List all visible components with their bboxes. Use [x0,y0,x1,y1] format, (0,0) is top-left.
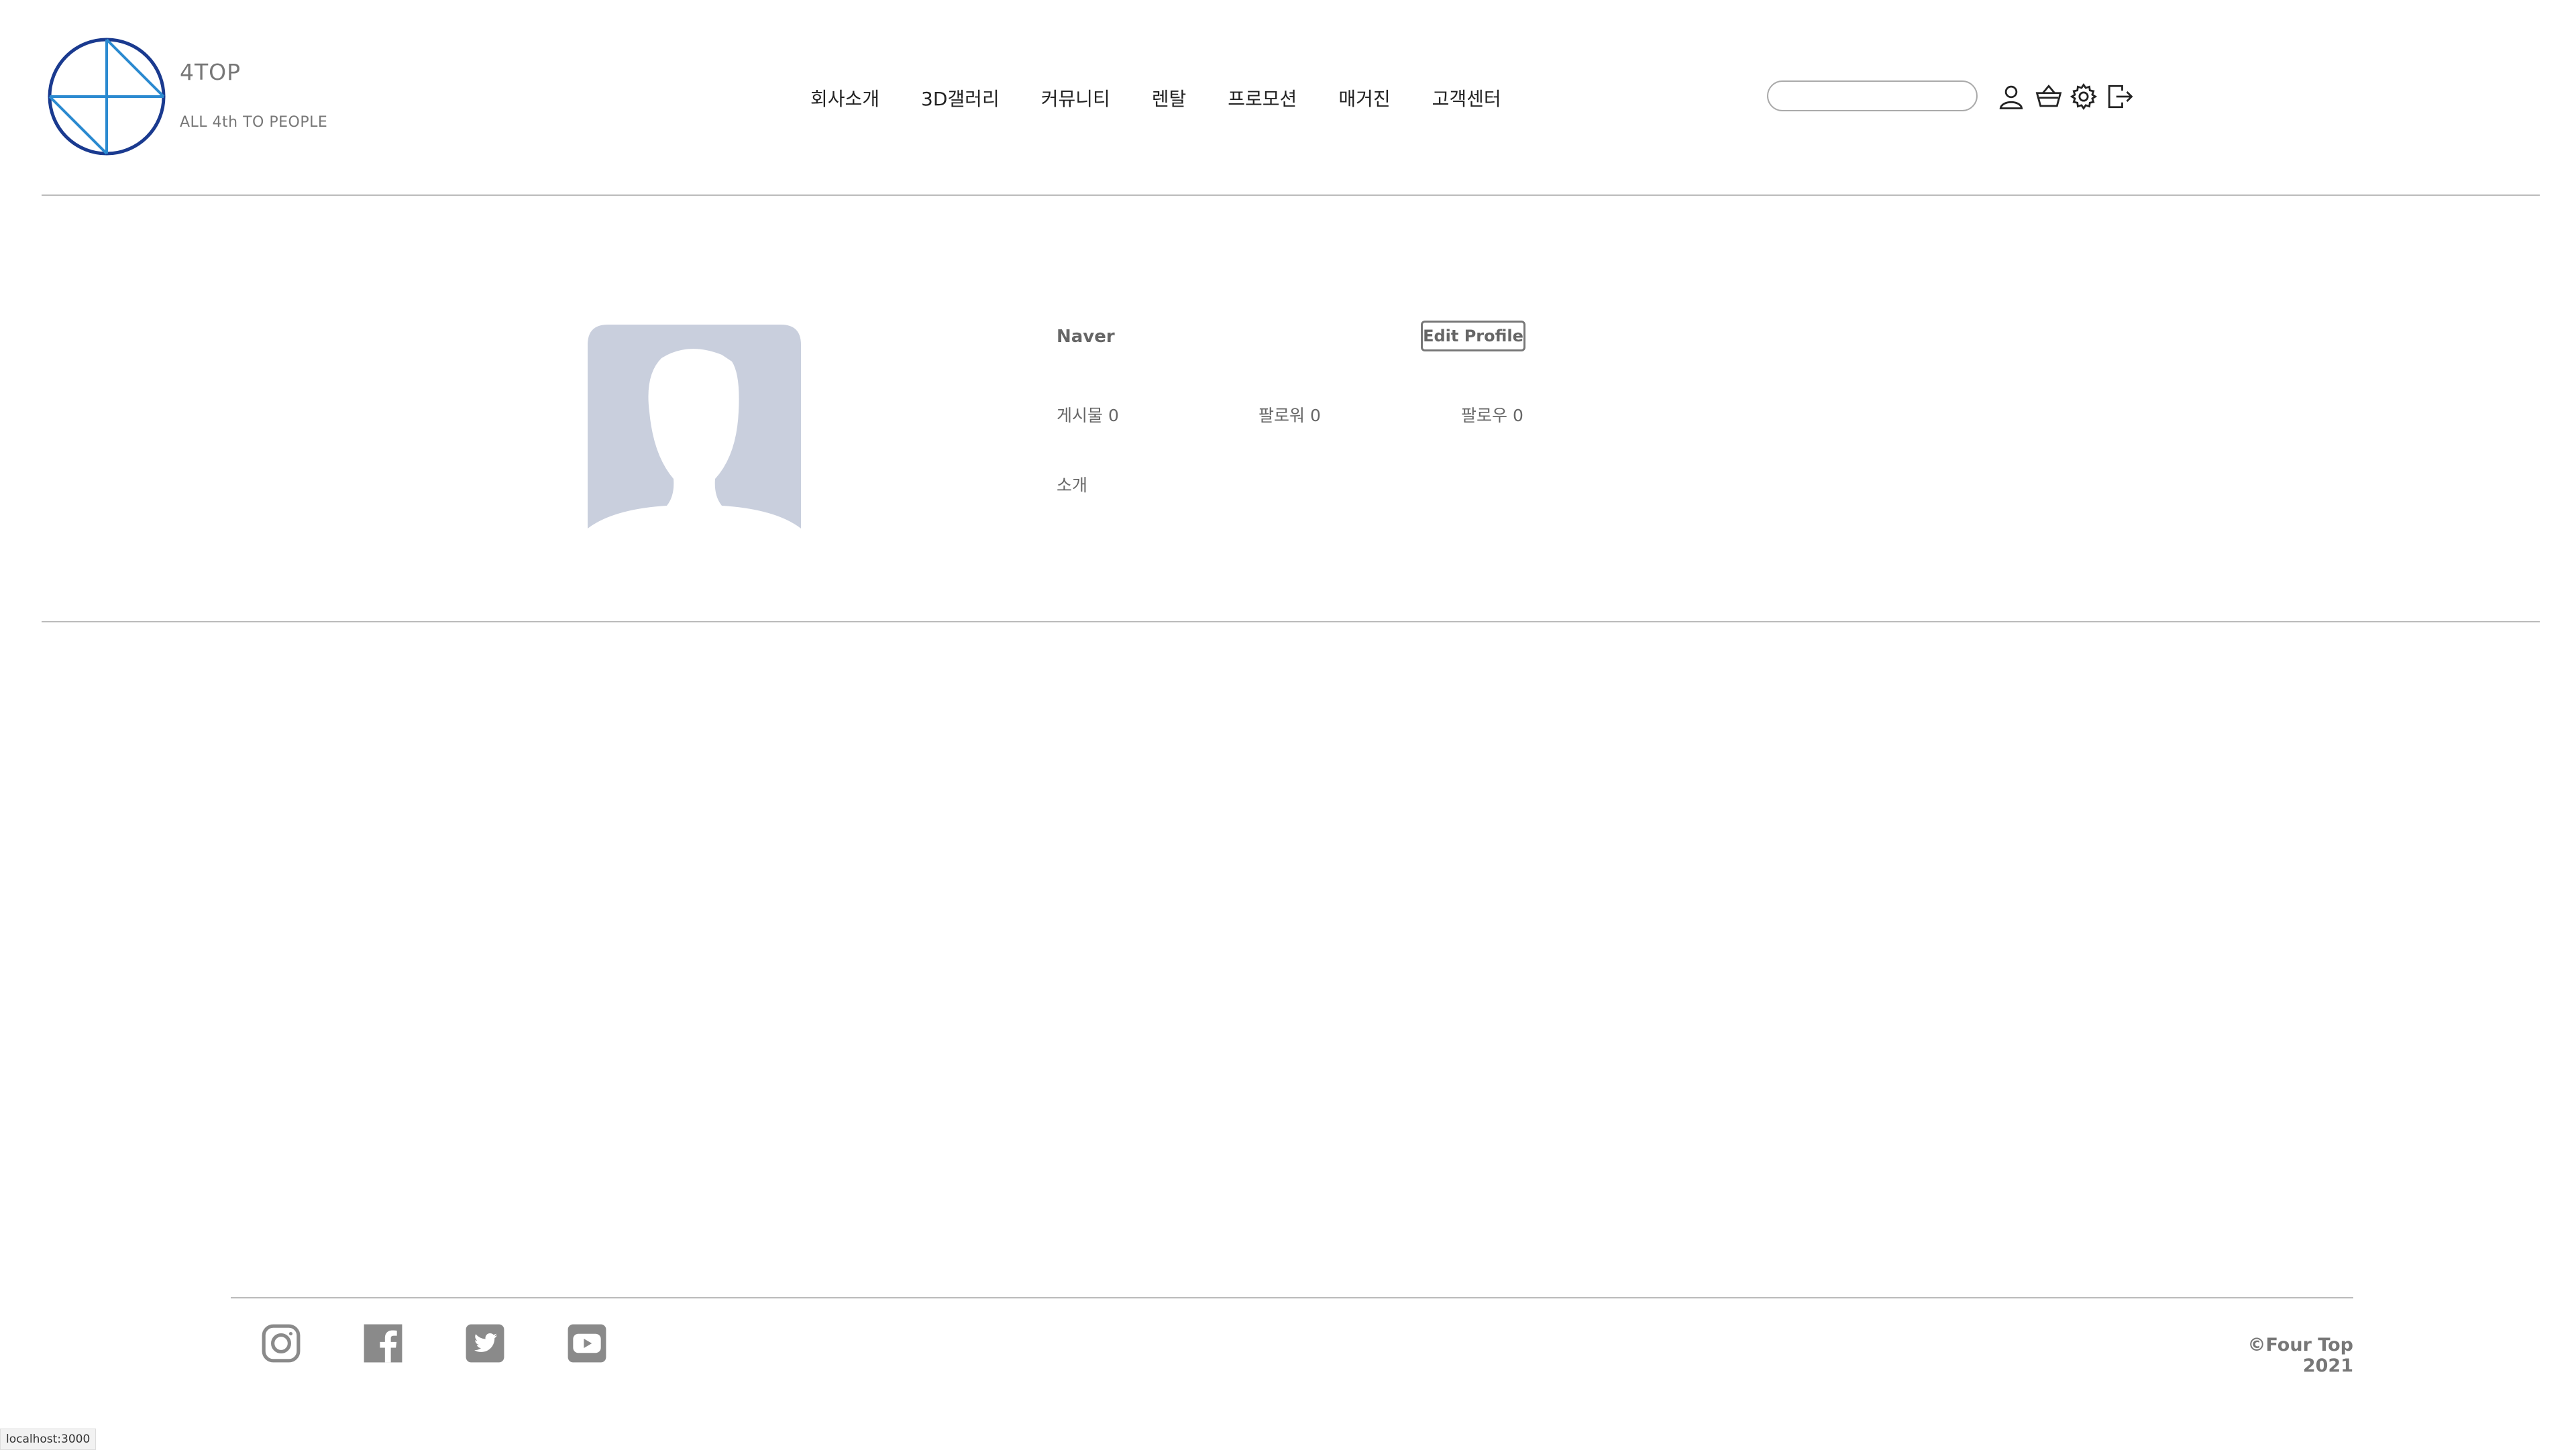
youtube-icon [568,1324,606,1363]
gear-icon [2070,83,2098,110]
brand-tagline: ALL 4th TO PEOPLE [180,114,328,131]
footer-divider [231,1297,2353,1298]
nav-item-3d-gallery[interactable]: 3D갤러리 [921,85,1000,111]
logout-icon [2108,85,2133,109]
nav-item-magazine[interactable]: 매거진 [1338,85,1390,111]
user-icon [1999,85,2023,109]
copyright-text: ©Four Top 2021 [2247,1335,2353,1376]
twitter-link[interactable] [464,1323,506,1364]
profile-divider [42,621,2540,622]
main-nav: 회사소개 3D갤러리 커뮤니티 렌탈 프로모션 매거진 고객센터 [810,85,1501,111]
search-input[interactable] [1767,80,1978,111]
nav-item-rental[interactable]: 렌탈 [1152,85,1187,111]
brand-name: 4TOP [180,59,241,85]
follower-count[interactable]: 팔로워 0 [1258,402,1321,427]
facebook-link[interactable] [362,1323,404,1364]
logout-button[interactable] [2104,80,2136,113]
following-count[interactable]: 팔로우 0 [1461,402,1523,427]
nav-item-customer-center[interactable]: 고객센터 [1432,85,1501,111]
youtube-link[interactable] [566,1323,608,1364]
facebook-icon [364,1324,402,1363]
instagram-icon [262,1324,301,1363]
basket-icon [2035,85,2062,107]
nav-item-company[interactable]: 회사소개 [810,85,879,111]
brand-logo[interactable] [47,37,166,156]
user-button[interactable] [1995,80,2027,113]
settings-button[interactable] [2068,80,2100,113]
edit-profile-button[interactable]: Edit Profile [1421,321,1525,351]
header-divider [42,194,2540,196]
post-count[interactable]: 게시물 0 [1057,402,1119,427]
twitter-icon [466,1324,504,1363]
nav-item-community[interactable]: 커뮤니티 [1041,85,1110,111]
status-bar-url: localhost:3000 [0,1429,97,1450]
instagram-link[interactable] [260,1323,302,1364]
profile-username: Naver [1057,327,1115,347]
profile-intro: 소개 [1057,476,1088,495]
cart-button[interactable] [2033,80,2065,113]
nav-item-promotion[interactable]: 프로모션 [1228,85,1297,111]
profile-avatar [588,325,801,528]
